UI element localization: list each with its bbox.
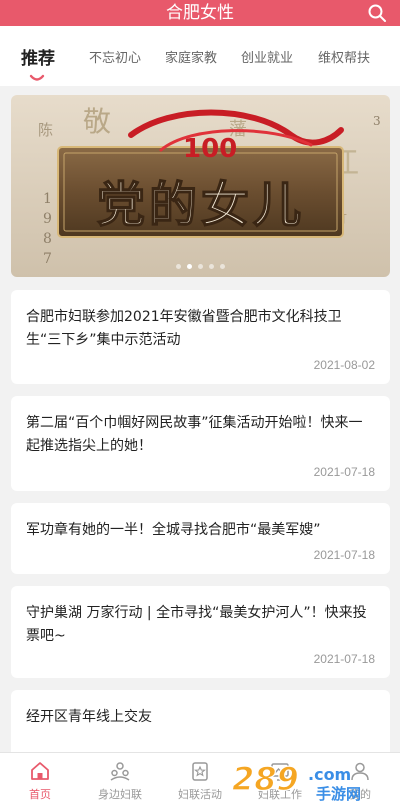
category-tabs: 推荐 不忘初心 家庭家教 创业就业 维权帮扶 bbox=[0, 26, 400, 86]
article-title: 合肥市妇联参加2021年安徽省暨合肥市文化科技卫生“三下乡”集中示范活动 bbox=[26, 309, 342, 348]
carousel-dot-active[interactable] bbox=[187, 264, 192, 269]
article-title: 第二届“百个巾帼好网民故事”征集活动开始啦！快来一起推选指尖上的她！ bbox=[26, 415, 363, 454]
tab-active-indicator bbox=[29, 74, 45, 81]
tab-original-aspiration[interactable]: 不忘初心 bbox=[89, 50, 141, 68]
carousel-dots bbox=[11, 264, 390, 269]
people-icon bbox=[110, 762, 130, 781]
banner-bg-char: 陈 bbox=[38, 121, 53, 139]
tabbar-label: 首页 bbox=[29, 788, 51, 801]
banner-bg-char: 1 bbox=[43, 191, 52, 207]
article-card[interactable]: 军功章有她的一半！全城寻找合肥市“最美军嫂” 2021-07-18 bbox=[11, 503, 390, 574]
search-icon[interactable] bbox=[367, 3, 387, 23]
tab-rights-support[interactable]: 维权帮扶 bbox=[318, 50, 370, 68]
article-date: 2021-07-18 bbox=[313, 652, 375, 666]
tab-employment[interactable]: 创业就业 bbox=[241, 50, 293, 68]
carousel-dot[interactable] bbox=[220, 264, 225, 269]
carousel-dot[interactable] bbox=[209, 264, 214, 269]
banner-number: 100 bbox=[183, 134, 237, 164]
tab-family-education[interactable]: 家庭家教 bbox=[165, 50, 217, 68]
article-title: 军功章有她的一半！全城寻找合肥市“最美军嫂” bbox=[26, 522, 321, 538]
tabbar-label: 妇联活动 bbox=[178, 788, 222, 801]
app-title: 合肥女性 bbox=[166, 3, 234, 23]
carousel-dot[interactable] bbox=[176, 264, 181, 269]
banner-bg-char: 敬 bbox=[83, 105, 111, 138]
article-date: 2021-07-18 bbox=[313, 548, 375, 562]
tabbar-home[interactable]: 首页 bbox=[0, 753, 80, 804]
site-watermark: 289 .com 手游网 bbox=[231, 759, 361, 802]
tabbar-activities[interactable]: 妇联活动 bbox=[160, 753, 240, 804]
banner-bg-char: 9 bbox=[43, 211, 52, 227]
activity-icon bbox=[192, 762, 208, 781]
title-bar: 合肥女性 bbox=[0, 0, 400, 26]
article-card[interactable]: 第二届“百个巾帼好网民故事”征集活动开始啦！快来一起推选指尖上的她！ 2021-… bbox=[11, 396, 390, 491]
carousel-dot[interactable] bbox=[198, 264, 203, 269]
home-icon bbox=[31, 762, 49, 780]
article-title: 经开区青年线上交友 bbox=[26, 709, 152, 725]
article-title: 守护巢湖 万家行动 | 全市寻找“最美女护河人”！快来投票吧~ bbox=[26, 605, 367, 644]
tabbar-label: 身边妇联 bbox=[98, 788, 142, 801]
watermark-suffix: .com bbox=[308, 765, 351, 784]
banner-bg-char: 3 bbox=[373, 114, 381, 128]
article-card[interactable]: 合肥市妇联参加2021年安徽省暨合肥市文化科技卫生“三下乡”集中示范活动 202… bbox=[11, 290, 390, 384]
banner-image: 敬 藩 陈 江 竹 1 9 8 7 3 100 党的女儿 bbox=[11, 95, 390, 277]
tabbar-nearby-federation[interactable]: 身边妇联 bbox=[80, 753, 160, 804]
watermark-sub: 手游网 bbox=[316, 785, 361, 802]
banner-bg-char: 8 bbox=[43, 231, 52, 247]
article-card[interactable]: 守护巢湖 万家行动 | 全市寻找“最美女护河人”！快来投票吧~ 2021-07-… bbox=[11, 586, 390, 678]
tab-recommend[interactable]: 推荐 bbox=[21, 47, 55, 71]
article-card[interactable]: 经开区青年线上交友 bbox=[11, 690, 390, 760]
banner-title: 党的女儿 bbox=[97, 177, 305, 233]
watermark-brand: 289 bbox=[232, 760, 299, 798]
article-date: 2021-08-02 bbox=[313, 358, 375, 372]
banner-carousel[interactable]: 敬 藩 陈 江 竹 1 9 8 7 3 100 党的女儿 bbox=[11, 95, 390, 277]
article-date: 2021-07-18 bbox=[313, 465, 375, 479]
